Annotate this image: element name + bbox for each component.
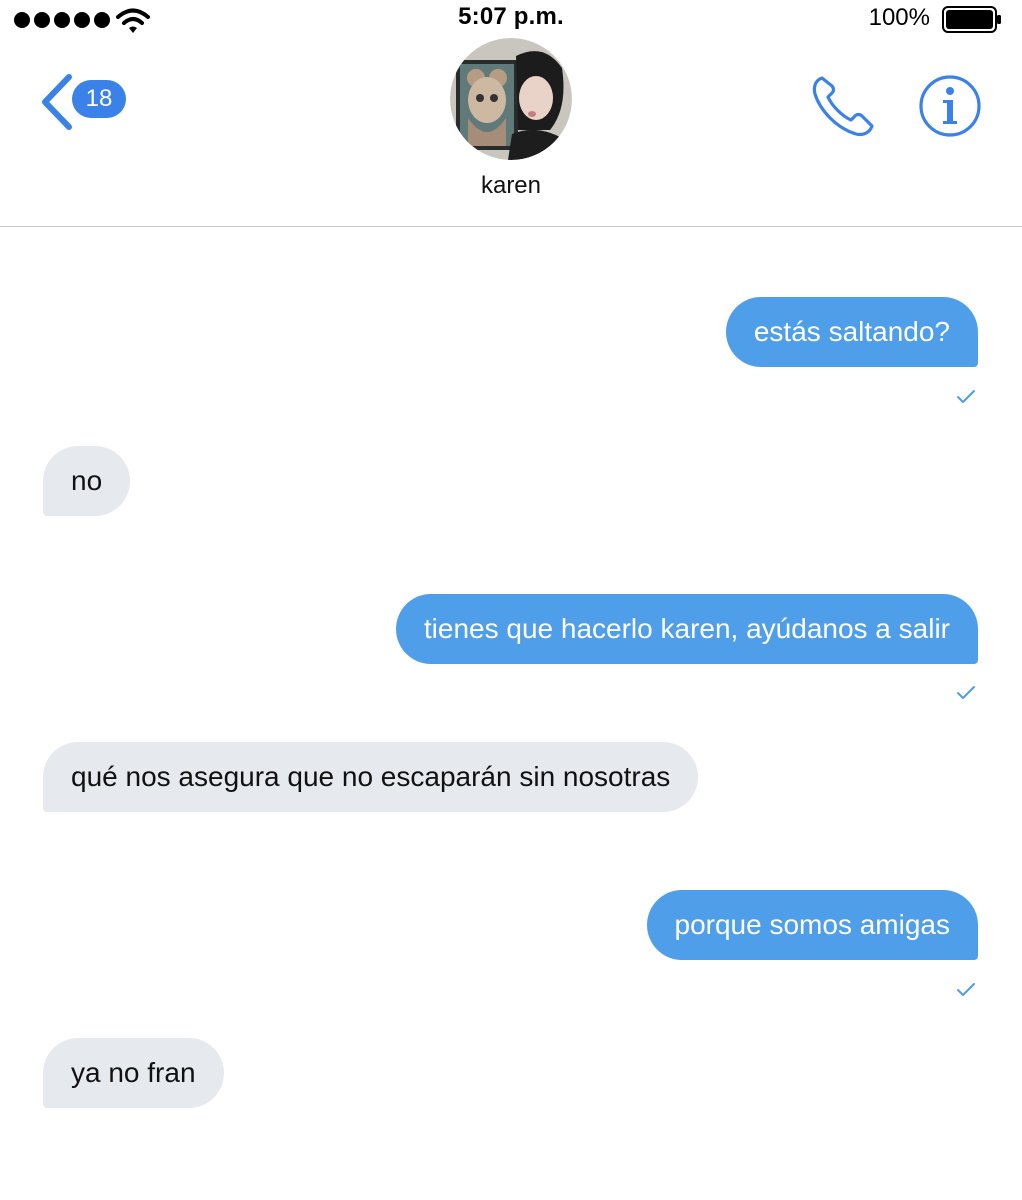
message-bubble-sent[interactable]: tienes que hacerlo karen, ayúdanos a sal… <box>395 594 978 664</box>
message-bubble-received[interactable]: ya no fran <box>43 1038 224 1108</box>
chevron-left-icon <box>42 74 72 130</box>
avatar[interactable] <box>450 38 572 160</box>
phone-icon[interactable] <box>808 72 880 140</box>
message-bubble-received[interactable]: qué nos asegura que no escaparán sin nos… <box>43 742 699 812</box>
read-check-icon <box>957 390 975 403</box>
message-bubble-sent[interactable]: estás saltando? <box>725 297 978 367</box>
contact-name[interactable]: karen <box>0 172 1022 200</box>
message-bubble-sent[interactable]: porque somos amigas <box>646 890 978 960</box>
info-icon[interactable] <box>918 74 982 138</box>
conversation-header: 18 karen <box>0 38 1022 227</box>
unread-count-badge: 18 <box>72 80 126 118</box>
status-bar: 5:07 p.m. 100% <box>0 0 1022 38</box>
battery-icon <box>942 6 1001 33</box>
read-check-icon <box>957 686 975 699</box>
read-check-icon <box>957 983 975 996</box>
message-thread[interactable]: estás saltando? no tienes que hacerlo ka… <box>0 227 1022 1200</box>
message-bubble-received[interactable]: no <box>43 446 131 516</box>
battery-percentage: 100% <box>868 4 930 31</box>
back-button[interactable]: 18 <box>36 72 132 132</box>
